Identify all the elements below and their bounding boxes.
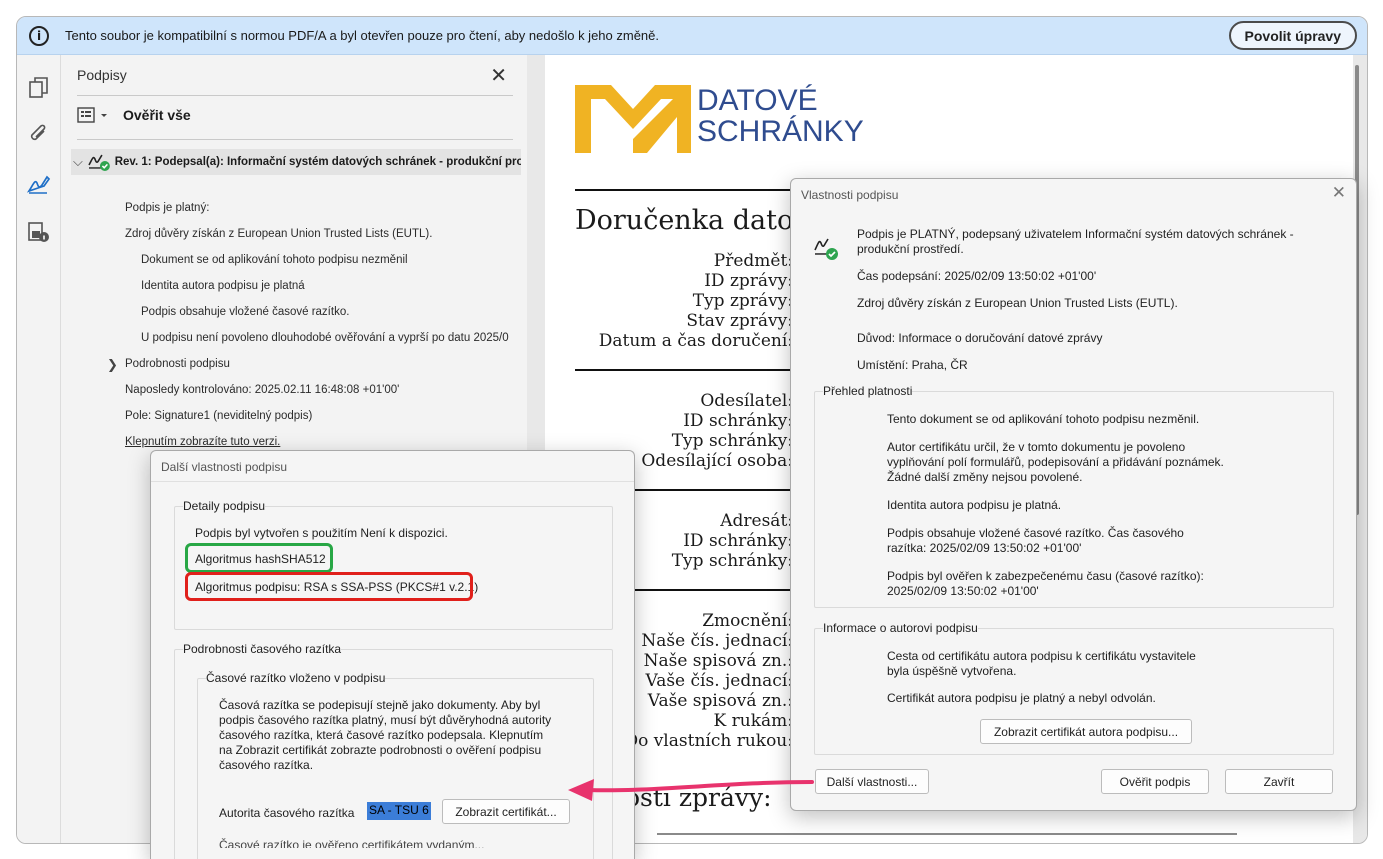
author-info-item: Cesta od certifikátu autora podpisu k ce… — [887, 649, 1196, 678]
signature-valid-icon — [814, 238, 838, 260]
security-icon[interactable] — [26, 219, 52, 245]
validity-item: Autor certifikátu určil, že v tomto doku… — [887, 440, 1224, 484]
validity-item: Podpis obsahuje vložené časové razítko. … — [887, 526, 1184, 555]
group-title: Informace o autorovi podpisu — [823, 621, 978, 635]
field-label: ID zprávy: — [704, 271, 793, 291]
group-title: Časové razítko vloženo v podpisu — [206, 671, 386, 685]
pages-icon[interactable] — [26, 75, 52, 101]
last-checked-text: Naposledy kontrolováno: 2025.02.11 16:48… — [125, 384, 400, 396]
field-label: Typ schránky: — [671, 551, 793, 571]
verify-all-label: Ověřit vše — [123, 107, 191, 123]
validity-item: Podpis byl ověřen k zabezpečenému času (… — [887, 569, 1204, 598]
revision-label: Rev. 1: Podepsal(a): Informační systém d… — [114, 156, 521, 168]
field-label: Datum a čas doručení: — [598, 331, 793, 351]
field-label: ID schránky: — [683, 411, 793, 431]
annotation-arrow — [568, 779, 814, 801]
field-label: Stav zprávy: — [686, 311, 793, 331]
info-bar-text: Tento soubor je kompatibilní s normou PD… — [65, 28, 660, 43]
location-text: Umístění: Praha, ČR — [857, 358, 968, 372]
timestamp-authority-field[interactable]: SA - TSU 6 — [367, 802, 431, 820]
author-info-item: Certifikát autora podpisu je platný a ne… — [887, 691, 1156, 705]
chevron-down-icon[interactable]: ⌵ — [73, 154, 83, 170]
more-properties-button[interactable]: Další vlastnosti... — [815, 769, 929, 794]
signature-status-text: Podpis je PLATNÝ, podepsaný uživatelem I… — [857, 227, 1294, 256]
close-button[interactable]: Zavřít — [1225, 769, 1333, 794]
signed-time-text: Čas podepsání: 2025/02/09 13:50:02 +01'0… — [857, 269, 1097, 283]
close-icon[interactable]: ✕ — [1332, 183, 1346, 203]
enable-editing-button[interactable]: Povolit úpravy — [1228, 21, 1357, 50]
author-info-group: Informace o autorovi podpisu Cesta od ce… — [814, 621, 1334, 755]
chevron-right-icon[interactable]: ❯ — [107, 357, 118, 373]
pdfa-info-bar: i Tento soubor je kompatibilní s normou … — [17, 17, 1367, 55]
field-label: Do vlastních rukou: — [624, 731, 793, 751]
validity-item: Tento dokument se od aplikování tohoto p… — [887, 412, 1200, 426]
group-title: Přehled platnosti — [823, 384, 913, 398]
logo-wordmark: DATOVÉ SCHRÁNKY — [697, 85, 864, 147]
signature-valid-icon — [88, 154, 110, 171]
field-text: Pole: Signature1 (neviditelný podpis) — [125, 410, 313, 422]
ltv-text: U podpisu není povoleno dlouhodobé ověřo… — [141, 332, 509, 344]
identity-text: Identita autora podpisu je platná — [141, 280, 305, 292]
valid-status-text: Podpis je platný: — [125, 202, 210, 214]
left-tool-rail — [17, 55, 61, 843]
field-label: Vaše spisová zn.: — [647, 691, 793, 711]
unchanged-text: Dokument se od aplikování tohoto podpisu… — [141, 254, 408, 266]
verify-signature-button[interactable]: Ověřit podpis — [1101, 769, 1209, 794]
show-certificate-button[interactable]: Zobrazit certifikát... — [442, 799, 570, 824]
options-menu-icon[interactable] — [77, 107, 109, 123]
timestamp-details-group: Podrobnosti časového razítka Časové razí… — [174, 642, 613, 859]
hash-highlight — [185, 543, 333, 573]
group-title: Podrobnosti časového razítka — [183, 642, 342, 656]
show-author-certificate-button[interactable]: Zobrazit certifikát autora podpisu... — [980, 719, 1192, 744]
field-label: K rukám: — [713, 711, 793, 731]
field-label: Typ zprávy: — [692, 291, 793, 311]
field-label: Naše spisová zn.: — [643, 651, 793, 671]
additional-properties-dialog: Další vlastnosti podpisu Detaily podpisu… — [150, 450, 635, 859]
timestamp-explanation: Časová razítka se podepisují stejně jako… — [219, 698, 552, 772]
timestamp-trailing-text: Časové razítko je ověřeno certifikátem v… — [219, 838, 485, 848]
info-icon: i — [29, 25, 49, 46]
datove-schranky-logo — [575, 85, 691, 153]
reason-text: Důvod: Informace o doručování datové zpr… — [857, 331, 1103, 345]
field-label: Adresát: — [720, 511, 793, 531]
close-icon[interactable]: ✕ — [490, 63, 507, 88]
panel-title: Podpisy — [77, 67, 127, 83]
logo-line-2: SCHRÁNKY — [697, 115, 864, 148]
field-label: Odesílatel: — [700, 391, 793, 411]
validity-summary-group: Přehled platnosti Tento dokument se od a… — [814, 384, 1334, 608]
attachment-icon[interactable] — [26, 121, 52, 147]
signature-details-group: Detaily podpisu Podpis byl vytvořen s po… — [174, 499, 613, 630]
signature-details-item[interactable]: Podrobnosti podpisu — [125, 358, 230, 370]
signature-icon[interactable] — [26, 171, 52, 197]
trust-source-text: Zdroj důvěry získán z European Union Tru… — [857, 296, 1178, 310]
field-label: Naše čís. jednací: — [641, 631, 793, 651]
signature-properties-dialog: Vlastnosti podpisu ✕ Podpis je PLATNÝ, p… — [790, 178, 1357, 811]
document-title: Doručenka datov — [575, 205, 809, 236]
field-label: Odesílající osoba: — [641, 451, 793, 471]
divider — [151, 481, 634, 482]
timestamp-embedded-group: Časové razítko vloženo v podpisu Časová … — [197, 671, 594, 859]
dialog-title: Další vlastnosti podpisu — [161, 460, 288, 474]
timestamp-text: Podpis obsahuje vložené časové razítko. — [141, 306, 350, 318]
validity-item: Identita autora podpisu je platná. — [887, 498, 1062, 512]
field-label: Typ schránky: — [671, 431, 793, 451]
group-title: Detaily podpisu — [183, 499, 266, 513]
created-with-text: Podpis byl vytvořen s použitím Není k di… — [195, 526, 448, 540]
signature-revision-row[interactable]: ⌵ Rev. 1: Podepsal(a): Informační systém… — [71, 149, 521, 175]
divider — [77, 139, 513, 140]
timestamp-authority-label: Autorita časového razítka — [219, 806, 355, 820]
dialog-title: Vlastnosti podpisu — [801, 188, 899, 202]
trust-source-text: Zdroj důvěry získán z European Union Tru… — [125, 228, 433, 240]
field-label: Zmocnění: — [702, 611, 793, 631]
field-label: Vaše čís. jednací: — [645, 671, 793, 691]
field-label: ID schránky: — [683, 531, 793, 551]
divider — [77, 95, 513, 96]
view-version-link[interactable]: Klepnutím zobrazíte tuto verzi. — [125, 436, 280, 448]
algorithm-highlight — [185, 572, 473, 601]
field-label: Předmět: — [713, 251, 793, 271]
logo-line-1: DATOVÉ — [697, 84, 818, 117]
verify-all-button[interactable]: Ověřit vše — [77, 107, 191, 123]
horizontal-scrollbar[interactable] — [657, 833, 1237, 835]
